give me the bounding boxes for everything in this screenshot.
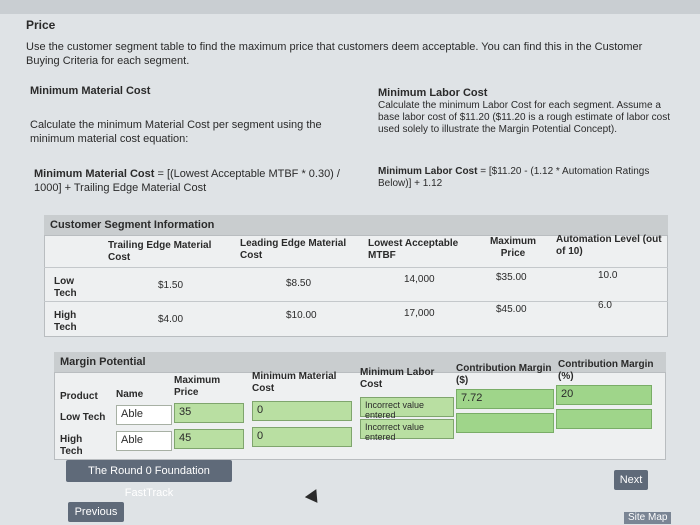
top-strip xyxy=(0,0,700,14)
low-tech-min-labor-field[interactable]: Incorrect value entered xyxy=(360,397,454,420)
header-lowest-mtbf: Lowest Acceptable MTBF xyxy=(368,238,459,261)
high-tech-trailing: $4.00 xyxy=(158,314,184,325)
low-tech-trailing: $1.50 xyxy=(158,280,184,291)
high-tech-automation: 6.0 xyxy=(598,300,612,311)
high-tech-name-field[interactable]: Able xyxy=(116,431,172,451)
header-leading-edge: Leading Edge Material Cost xyxy=(240,238,347,261)
header-name: Name xyxy=(116,389,144,400)
header-automation: Automation Level (out of 10) xyxy=(556,234,662,257)
high-tech-price: $45.00 xyxy=(496,304,527,315)
mouse-cursor-icon xyxy=(304,489,324,507)
segment-table-title: Customer Segment Information xyxy=(44,215,668,235)
material-description: Calculate the minimum Material Cost per … xyxy=(30,119,322,145)
header-maximum-price: Maximum Price xyxy=(174,375,221,398)
margin-row-low-tech-segment: Low Tech xyxy=(60,412,106,423)
instructions-text: Use the customer segment table to find t… xyxy=(26,41,643,67)
next-button[interactable]: Next xyxy=(614,470,648,490)
low-tech-price: $35.00 xyxy=(496,272,527,283)
low-tech-max-price-field[interactable]: 35 xyxy=(174,403,244,423)
high-tech-max-price-field[interactable]: 45 xyxy=(174,429,244,449)
high-tech-min-labor-field[interactable]: Incorrect value entered xyxy=(360,419,454,442)
row-high-tech-segment: High Tech xyxy=(54,310,77,333)
low-tech-cm-dollar-field[interactable]: 7.72 xyxy=(456,389,554,409)
header-max-price: Maximum Price xyxy=(489,236,537,259)
labor-heading: Minimum Labor Cost xyxy=(378,87,488,99)
high-tech-cm-percent-field[interactable] xyxy=(556,409,652,429)
site-map-link[interactable]: Site Map xyxy=(624,512,672,524)
previous-button[interactable]: Previous xyxy=(68,502,124,522)
labor-description: Calculate the minimum Labor Cost for eac… xyxy=(378,100,671,135)
labor-formula-label: Minimum Labor Cost xyxy=(378,166,478,177)
header-cm-percent: Contribution Margin (%) xyxy=(558,359,654,382)
header-cm-dollar: Contribution Margin ($) xyxy=(456,363,552,386)
header-min-material: Minimum Material Cost xyxy=(252,371,337,394)
header-product: Product xyxy=(60,391,98,402)
low-tech-name-field[interactable]: Able xyxy=(116,405,172,425)
header-min-labor: Minimum Labor Cost xyxy=(360,367,435,390)
labor-formula: Minimum Labor Cost = [$11.20 - (1.12 * A… xyxy=(378,166,678,190)
row-low-tech-segment: Low Tech xyxy=(54,276,77,299)
high-tech-leading: $10.00 xyxy=(286,310,317,321)
page-title: Price xyxy=(26,18,56,32)
low-tech-automation: 10.0 xyxy=(598,270,618,281)
low-tech-mtbf: 14,000 xyxy=(404,274,435,285)
low-tech-leading: $8.50 xyxy=(286,278,312,289)
high-tech-cm-dollar-field[interactable] xyxy=(456,413,554,433)
high-tech-mtbf: 17,000 xyxy=(404,308,435,319)
header-trailing-edge: Trailing Edge Material Cost xyxy=(108,240,212,263)
low-tech-min-material-field[interactable]: 0 xyxy=(252,401,352,421)
high-tech-min-material-field[interactable]: 0 xyxy=(252,427,352,447)
low-tech-cm-percent-field[interactable]: 20 xyxy=(556,385,652,405)
margin-row-high-tech-segment: High Tech xyxy=(60,434,83,457)
material-formula-label: Minimum Material Cost xyxy=(34,168,155,180)
material-heading: Minimum Material Cost xyxy=(30,85,151,97)
fasttrack-button[interactable]: The Round 0 Foundation FastTrack xyxy=(66,460,232,499)
material-formula: Minimum Material Cost = [(Lowest Accepta… xyxy=(34,167,364,195)
